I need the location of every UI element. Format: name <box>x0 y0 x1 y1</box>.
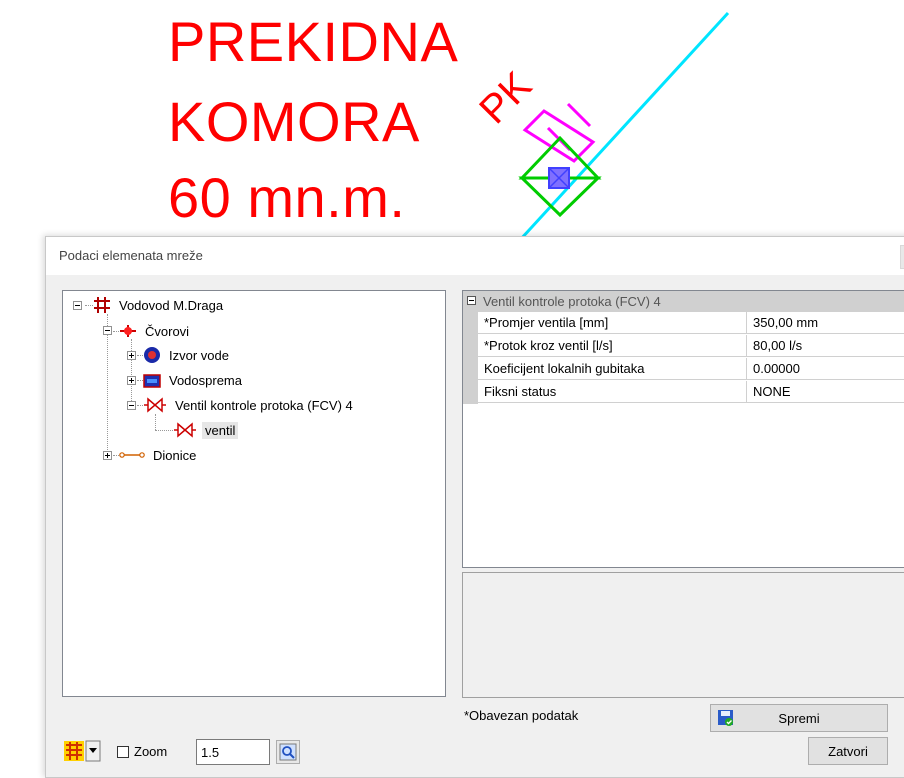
collapse-valve-group-icon[interactable] <box>127 401 136 410</box>
tree-item-root[interactable]: Vodovod M.Draga <box>93 295 226 315</box>
water-source-icon <box>144 347 160 363</box>
pipe-section-icon <box>119 452 145 458</box>
tree-item-label: Vodosprema <box>169 372 242 388</box>
zoom-checkbox[interactable] <box>117 746 129 758</box>
tree-item-valve-group[interactable]: Ventil kontrole protoka (FCV) 4 <box>143 395 356 415</box>
tree-item-label: Vodovod M.Draga <box>119 297 224 313</box>
dialog-close-icon[interactable] <box>900 245 904 269</box>
property-value[interactable]: 80,00 l/s <box>747 335 904 357</box>
layers-icon <box>64 740 101 762</box>
expand-reservoir-icon[interactable] <box>127 376 136 385</box>
expand-sections-icon[interactable] <box>103 451 112 460</box>
save-button[interactable]: Spremi <box>710 704 888 732</box>
property-category-header[interactable]: Ventil kontrole protoka (FCV) 4 <box>463 291 904 312</box>
property-row[interactable]: Koeficijent lokalnih gubitaka 0.00000 <box>463 358 904 381</box>
network-icon <box>94 297 110 313</box>
tree-item-sections[interactable]: Dionice <box>119 445 199 465</box>
tree-item-nodes[interactable]: Čvorovi <box>119 321 192 341</box>
network-tree[interactable]: Vodovod M.Draga Čvorovi Izvor vode Vodos… <box>62 290 446 697</box>
tree-item-label: Dionice <box>153 447 197 463</box>
layer-dropdown-button[interactable] <box>62 739 102 763</box>
property-name: *Promjer ventila [mm] <box>478 312 747 334</box>
property-value[interactable]: 350,00 mm <box>747 312 904 334</box>
tree-item-label: Izvor vode <box>169 347 229 363</box>
required-field-note: *Obavezan podatak <box>464 708 579 723</box>
valve-icon <box>174 422 196 438</box>
property-row[interactable]: *Protok kroz ventil [l/s] 80,00 l/s <box>463 335 904 358</box>
collapse-root-icon[interactable] <box>73 301 82 310</box>
property-name: Fiksni status <box>478 381 747 403</box>
property-description-panel <box>462 572 904 698</box>
property-row[interactable]: *Promjer ventila [mm] 350,00 mm <box>463 312 904 335</box>
collapse-category-icon[interactable] <box>467 296 476 305</box>
tree-item-label: Ventil kontrole protoka (FCV) 4 <box>175 397 353 413</box>
network-elements-dialog: Podaci elemenata mreže Vodovod M.Draga Č… <box>45 236 904 778</box>
node-icon <box>120 325 136 337</box>
magnifier-icon <box>279 743 297 761</box>
property-grid[interactable]: Ventil kontrole protoka (FCV) 4 *Promjer… <box>462 290 904 568</box>
pk-symbol-label: PK <box>471 63 540 132</box>
reservoir-icon <box>143 374 161 388</box>
tree-item-source[interactable]: Izvor vode <box>143 345 232 365</box>
property-name: *Protok kroz ventil [l/s] <box>478 335 747 357</box>
tree-item-label: Čvorovi <box>145 323 190 339</box>
close-button[interactable]: Zatvori <box>808 737 888 765</box>
tree-item-valve[interactable]: ventil <box>173 420 239 440</box>
close-button-label: Zatvori <box>828 744 868 759</box>
dialog-titlebar: Podaci elemenata mreže <box>46 237 904 275</box>
valve-icon <box>144 397 166 413</box>
cad-symbols: PK <box>471 11 730 240</box>
tree-item-label: ventil <box>202 421 239 439</box>
zoom-apply-button[interactable] <box>276 740 300 764</box>
property-value[interactable]: 0.00000 <box>747 358 904 380</box>
property-category-title: Ventil kontrole protoka (FCV) 4 <box>483 294 661 309</box>
zoom-label: Zoom <box>134 744 168 759</box>
tree-item-reservoir[interactable]: Vodosprema <box>143 370 245 390</box>
expand-source-icon[interactable] <box>127 351 136 360</box>
dialog-title: Podaci elemenata mreže <box>59 248 203 263</box>
save-button-label: Spremi <box>778 711 820 726</box>
property-value[interactable]: NONE <box>747 381 904 403</box>
property-row[interactable]: Fiksni status NONE <box>463 381 904 404</box>
zoom-input[interactable] <box>196 739 270 765</box>
property-name: Koeficijent lokalnih gubitaka <box>478 358 747 380</box>
collapse-nodes-icon[interactable] <box>103 326 112 335</box>
cad-drawing-area: PREKIDNA KOMORA 60 mn.m. PK <box>0 0 904 240</box>
